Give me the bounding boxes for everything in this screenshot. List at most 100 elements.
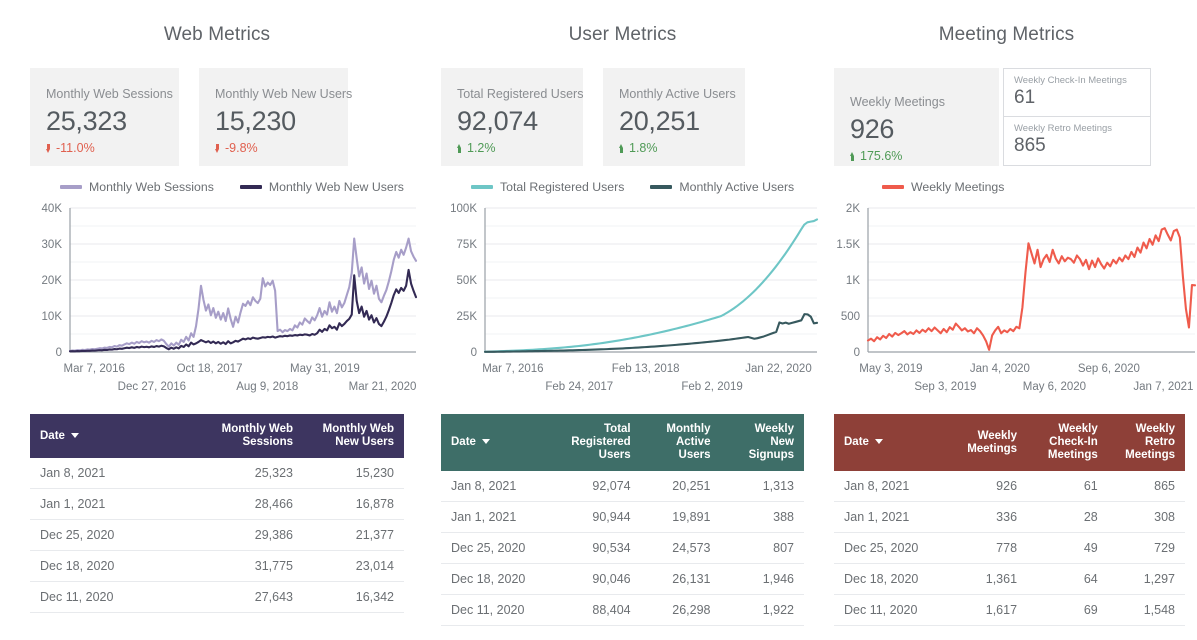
legend-item[interactable]: Monthly Active Users (650, 180, 794, 194)
cell-value: 64 (1027, 563, 1108, 595)
kpi-tile-weekly-retro-meetings[interactable]: Weekly Retro Meetings 865 (1003, 117, 1151, 166)
table-row[interactable]: Dec 11, 2020 27,643 16,342 (30, 581, 404, 613)
arrow-up-icon (619, 143, 624, 153)
cell-date: Jan 1, 2021 (834, 501, 947, 533)
kpi-tile-monthly-web-sessions[interactable]: Monthly Web Sessions 25,323 -11.0% (30, 68, 179, 166)
legend-item[interactable]: Monthly Web New Users (239, 180, 404, 194)
arrow-down-icon (215, 143, 220, 153)
metrics-dashboard: Web Metrics Monthly Web Sessions 25,323 … (0, 0, 1197, 640)
arrow-up-icon (850, 151, 855, 161)
table-row[interactable]: Jan 8, 2021 92,074 20,251 1,313 (441, 471, 804, 502)
column-label: Date (451, 436, 476, 448)
legend-label: Weekly Meetings (911, 180, 1005, 194)
cell-date: Dec 25, 2020 (441, 532, 554, 564)
cell-date: Jan 8, 2021 (30, 458, 203, 489)
column-header-date[interactable]: Date (441, 414, 554, 471)
column-header-date[interactable]: Date (30, 414, 202, 458)
legend-item[interactable]: Total Registered Users (471, 180, 624, 194)
column-header-weekly-checkin-meetings[interactable]: Weekly Check-In Meetings (1027, 414, 1108, 471)
legend-swatch (650, 185, 673, 189)
kpi-tile-monthly-active-users[interactable]: Monthly Active Users 20,251 1.8% (603, 68, 745, 166)
cell-value: 1,946 (720, 563, 804, 595)
table-row[interactable]: Jan 8, 2021 926 61 865 (834, 471, 1185, 502)
table-row[interactable]: Dec 18, 2020 90,046 26,131 1,946 (441, 563, 804, 595)
column-header-weekly-meetings[interactable]: Weekly Meetings (946, 414, 1027, 471)
cell-value: 90,944 (553, 501, 641, 533)
svg-text:1.5K: 1.5K (836, 239, 860, 251)
cell-value: 729 (1107, 532, 1185, 564)
table-header-row: Date Monthly Web Sessions Monthly Web Ne… (30, 414, 404, 458)
cell-value: 28,466 (202, 488, 303, 520)
svg-text:Feb 2, 2019: Feb 2, 2019 (681, 381, 742, 393)
svg-text:30K: 30K (42, 239, 63, 251)
column-header-monthly-active-users[interactable]: Monthly Active Users (641, 414, 721, 471)
column-header-weekly-retro-meetings[interactable]: Weekly Retro Meetings (1108, 414, 1185, 471)
table-row[interactable]: Dec 11, 2020 1,617 69 1,548 (834, 594, 1185, 626)
svg-text:Feb 13, 2018: Feb 13, 2018 (612, 363, 680, 375)
chart-meeting-metrics[interactable]: 0 500 1K 1.5K 2K May 3, 2019 Sep 3, 2019 Jan 4,… (834, 200, 1197, 400)
legend-label: Monthly Web New Users (268, 180, 404, 194)
table-body: Jan 8, 2021 926 61 865 Jan 1, 2021 336 28 308 De… (834, 471, 1185, 626)
kpi-tile-total-registered-users[interactable]: Total Registered Users 92,074 1.2% (441, 68, 583, 166)
column-header-date[interactable]: Date (834, 414, 946, 471)
legend-item[interactable]: Monthly Web Sessions (60, 180, 214, 194)
table-row[interactable]: Dec 25, 2020 90,534 24,573 807 (441, 532, 804, 564)
table-header-row: Date Total Registered Users Monthly Acti… (441, 414, 804, 471)
line-chart-svg: 0 500 1K 1.5K 2K May 3, 2019 Sep 3, 2019 Jan 4,… (836, 203, 1197, 393)
cell-date: Dec 18, 2020 (30, 550, 203, 582)
column-header-weekly-new-signups[interactable]: Weekly New Signups (720, 414, 804, 471)
kpi-delta-label: 1.2% (467, 141, 496, 155)
column-header-total-registered-users[interactable]: Total Registered Users (554, 414, 641, 471)
data-table: Date Total Registered Users Monthly Acti… (441, 414, 804, 626)
table-row[interactable]: Dec 25, 2020 29,386 21,377 (30, 519, 404, 551)
cell-value: 90,046 (553, 563, 641, 595)
table-row[interactable]: Jan 1, 2021 28,466 16,878 (30, 488, 404, 520)
cell-date: Jan 8, 2021 (441, 471, 554, 502)
svg-text:0: 0 (471, 347, 477, 359)
data-table: Date Weekly Meetings Weekly Check-In Mee… (834, 414, 1185, 626)
svg-text:75K: 75K (457, 239, 478, 251)
legend-label: Monthly Web Sessions (89, 180, 214, 194)
table-row[interactable]: Dec 18, 2020 31,775 23,014 (30, 550, 404, 582)
svg-text:Dec 27, 2016: Dec 27, 2016 (118, 381, 186, 393)
cell-value: 31,775 (202, 550, 303, 582)
cell-value: 15,230 (303, 458, 404, 489)
column-header-monthly-web-new-users[interactable]: Monthly Web New Users (303, 414, 404, 458)
svg-text:0: 0 (56, 347, 62, 359)
panel-user-metrics: User Metrics Total Registered Users 92,0… (414, 0, 819, 640)
table-body: Jan 8, 2021 25,323 15,230 Jan 1, 2021 28,466… (30, 458, 404, 613)
table-row[interactable]: Jan 1, 2021 90,944 19,891 388 (441, 501, 804, 533)
cell-value: 26,131 (640, 563, 721, 595)
table-row[interactable]: Dec 25, 2020 778 49 729 (834, 532, 1185, 564)
kpi-delta: 1.2% (457, 141, 567, 155)
table-row[interactable]: Dec 18, 2020 1,361 64 1,297 (834, 563, 1185, 595)
column-header-monthly-web-sessions[interactable]: Monthly Web Sessions (202, 414, 303, 458)
kpi-delta: -9.8% (215, 141, 332, 155)
cell-value: 16,878 (303, 488, 404, 520)
kpi-tile-weekly-meetings[interactable]: Weekly Meetings 926 175.6% (834, 68, 999, 166)
legend-swatch (239, 185, 262, 189)
kpi-row-meeting: Weekly Meetings 926 175.6% Weekly Check-… (834, 68, 1185, 166)
cell-value: 20,251 (640, 471, 721, 502)
svg-text:Mar 21, 2020: Mar 21, 2020 (349, 381, 417, 393)
kpi-delta-label: -11.0% (56, 141, 95, 155)
cell-value: 29,386 (202, 519, 303, 551)
kpi-value: 20,251 (619, 106, 700, 136)
svg-text:Jan 7, 2021: Jan 7, 2021 (1133, 381, 1193, 393)
svg-text:Sep 6, 2020: Sep 6, 2020 (1078, 363, 1140, 375)
table-row[interactable]: Dec 11, 2020 88,404 26,298 1,922 (441, 594, 804, 626)
kpi-tile-weekly-checkin-meetings[interactable]: Weekly Check-In Meetings 61 (1003, 68, 1151, 117)
cell-value: 88,404 (553, 594, 641, 626)
cell-value: 49 (1027, 532, 1108, 564)
svg-text:Feb 24, 2017: Feb 24, 2017 (545, 381, 613, 393)
table-row[interactable]: Jan 8, 2021 25,323 15,230 (30, 458, 404, 489)
cell-date: Dec 18, 2020 (441, 563, 554, 595)
chart-user-metrics[interactable]: 0 25K 50K 75K 100K Mar 7, 2016 Feb 24, 2017 Feb… (441, 200, 819, 400)
legend-item[interactable]: Weekly Meetings (882, 180, 1004, 194)
chart-web-metrics[interactable]: 0 10K 20K 30K 40K Mar 7, 2016 Dec 27, 2016 Oct … (30, 200, 418, 400)
table-row[interactable]: Jan 1, 2021 336 28 308 (834, 501, 1185, 533)
kpi-tile-monthly-web-new-users[interactable]: Monthly Web New Users 15,230 -9.8% (199, 68, 352, 166)
svg-text:2K: 2K (846, 203, 860, 215)
svg-text:May 6, 2020: May 6, 2020 (1023, 381, 1086, 393)
table-user-metrics: Date Total Registered Users Monthly Acti… (441, 414, 804, 626)
